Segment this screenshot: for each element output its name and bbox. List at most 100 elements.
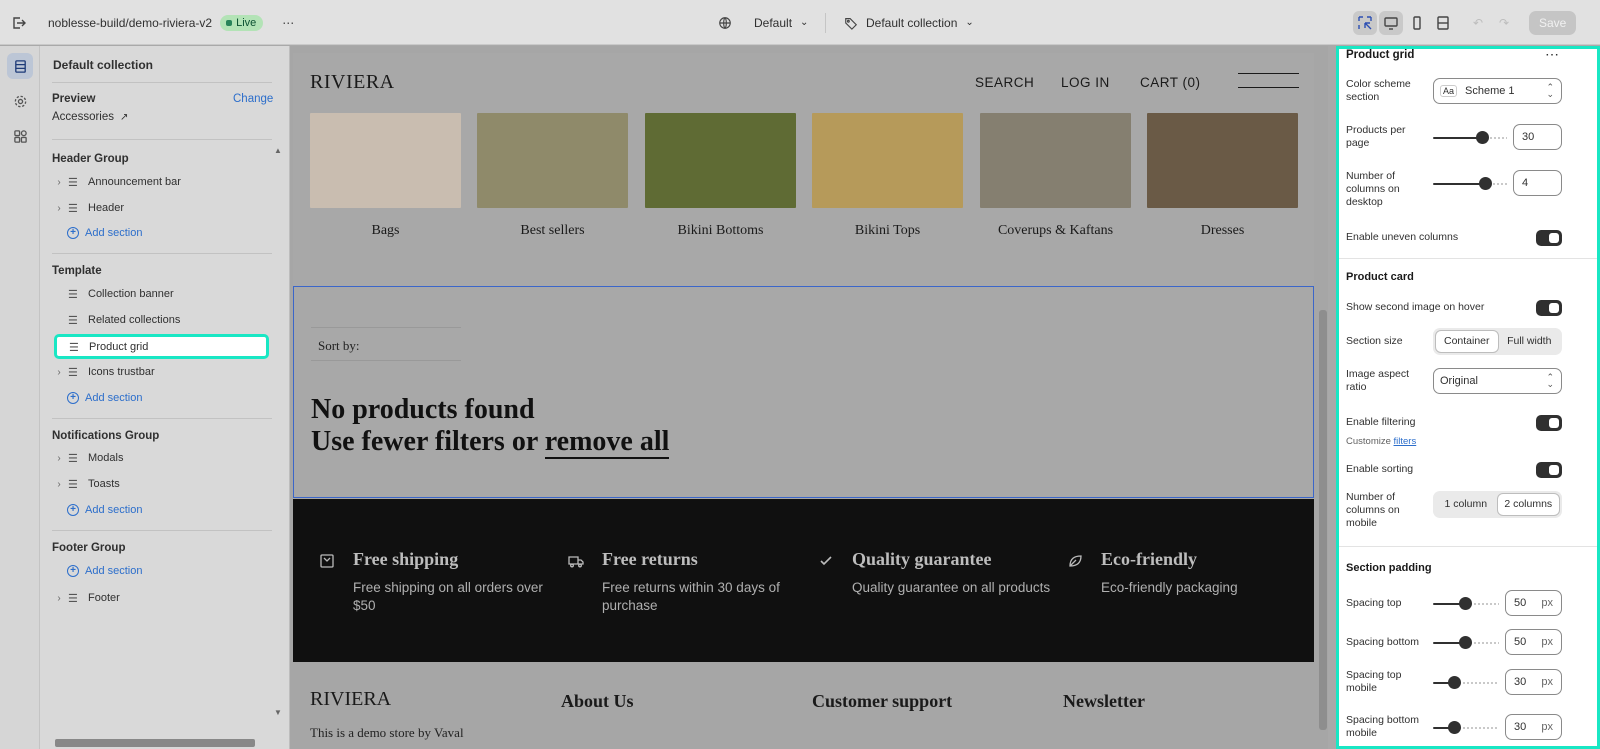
collection-card[interactable]: Dresses: [1147, 113, 1298, 239]
group-footer: Footer Group: [52, 542, 126, 554]
theme-select[interactable]: Default ⌄: [718, 16, 808, 30]
spacing-bottom-mobile-slider[interactable]: [1433, 721, 1499, 735]
store-logo[interactable]: RIVIERA: [310, 71, 395, 94]
redo-icon[interactable]: ↷: [1491, 10, 1517, 36]
remove-all-link[interactable]: remove all: [544, 426, 670, 459]
settings-panel: Product grid ⋯ Color scheme section Aa S…: [1336, 46, 1600, 749]
preview-change-link[interactable]: Change: [233, 93, 273, 105]
add-section-button[interactable]: + Add section: [67, 227, 142, 239]
section-collection-banner[interactable]: ☰ Collection banner: [52, 283, 270, 305]
collection-card[interactable]: Best sellers: [477, 113, 628, 239]
spacing-bottom-input[interactable]: 50 px: [1505, 629, 1562, 655]
save-button[interactable]: Save: [1529, 10, 1577, 35]
mobile-view-icon[interactable]: [1405, 11, 1429, 35]
chevron-down-icon: ⌄: [965, 17, 974, 28]
fullscreen-icon[interactable]: [1431, 11, 1455, 35]
section-size-control[interactable]: Container Full width: [1433, 328, 1562, 355]
padding-heading: Section padding: [1346, 562, 1432, 574]
columns-desktop-slider[interactable]: [1433, 177, 1507, 191]
nav-cart[interactable]: CART (0): [1140, 75, 1201, 90]
color-scheme-label: Color scheme section: [1346, 78, 1411, 103]
columns-mobile-1[interactable]: 1 column: [1435, 493, 1497, 516]
storefront-preview: RIVIERA SEARCH LOG IN CART (0) Bags Best…: [290, 46, 1328, 749]
section-size-full-width[interactable]: Full width: [1499, 330, 1561, 353]
products-per-page-input[interactable]: 30: [1513, 124, 1562, 150]
section-modals[interactable]: › ☰ Modals: [52, 447, 270, 469]
section-icons-trustbar[interactable]: › ☰ Icons trustbar: [52, 361, 270, 383]
image-ratio-label: Image aspect ratio: [1346, 368, 1410, 393]
add-section-button[interactable]: + Add section: [67, 392, 142, 404]
no-products-message: No products found Use fewer filters or r…: [311, 394, 670, 459]
section-footer[interactable]: › ☰ Footer: [52, 587, 270, 609]
collection-card[interactable]: Coverups & Kaftans: [980, 113, 1131, 239]
filtering-toggle[interactable]: [1536, 415, 1562, 431]
color-scheme-select[interactable]: Aa Scheme 1 ⌃ ⌄: [1433, 78, 1562, 104]
undo-icon[interactable]: ↶: [1465, 10, 1491, 36]
plus-icon: +: [67, 392, 79, 404]
spacing-bottom-slider[interactable]: [1433, 636, 1499, 650]
section-icon: ☰: [69, 341, 79, 354]
product-grid-section[interactable]: Sort by: No products found Use fewer fil…: [293, 286, 1314, 498]
group-notifications: Notifications Group: [52, 430, 160, 442]
nav-login[interactable]: LOG IN: [1061, 75, 1110, 90]
section-icon: ☰: [68, 203, 78, 215]
section-size-container[interactable]: Container: [1435, 330, 1499, 353]
spacing-top-slider[interactable]: [1433, 597, 1499, 611]
spacing-top-mobile-slider[interactable]: [1433, 676, 1499, 690]
spacing-bottom-mobile-input[interactable]: 30 px: [1505, 714, 1562, 740]
spacing-top-input[interactable]: 50 px: [1505, 590, 1562, 616]
collapse-icon[interactable]: ▲: [274, 146, 282, 155]
sections-icon[interactable]: [7, 53, 33, 79]
collection-image: [645, 113, 796, 208]
sorting-toggle[interactable]: [1536, 462, 1562, 478]
storefront-page: RIVIERA SEARCH LOG IN CART (0) Bags Best…: [293, 53, 1314, 749]
section-product-grid[interactable]: ☰ Product grid: [54, 334, 269, 359]
chevron-right-icon: ›: [57, 202, 61, 214]
more-options-icon[interactable]: ⋯: [1545, 49, 1559, 63]
section-icon: ☰: [68, 315, 78, 327]
second-image-toggle[interactable]: [1536, 300, 1562, 316]
collection-card[interactable]: Bikini Bottoms: [645, 113, 796, 239]
menu-icon[interactable]: [1238, 73, 1299, 88]
add-section-button[interactable]: + Add section: [67, 565, 142, 577]
inspector-icon[interactable]: [1353, 10, 1377, 35]
settings-gear-icon[interactable]: [7, 88, 33, 114]
section-header[interactable]: › ☰ Header: [52, 197, 270, 219]
columns-desktop-input[interactable]: 4: [1513, 170, 1562, 196]
add-section-button[interactable]: + Add section: [67, 504, 142, 516]
spacing-top-mobile-input[interactable]: 30 px: [1505, 669, 1562, 695]
collection-card[interactable]: Bikini Tops: [812, 113, 963, 239]
apps-icon[interactable]: [7, 123, 33, 149]
columns-mobile-2[interactable]: 2 columns: [1496, 493, 1560, 516]
footer-description: This is a demo store by Vaval: [310, 725, 464, 740]
settings-title: Product grid: [1346, 49, 1415, 61]
store-footer: RIVIERA About Us Customer support Newsle…: [293, 662, 1314, 749]
sort-by-select[interactable]: Sort by:: [311, 327, 461, 361]
external-link-icon: ↗: [120, 111, 129, 123]
nav-search[interactable]: SEARCH: [975, 75, 1034, 90]
truck-icon: [568, 556, 584, 568]
chevron-right-icon: ›: [57, 366, 61, 378]
section-announcement-bar[interactable]: › ☰ Announcement bar: [52, 171, 270, 193]
collection-card[interactable]: Bags: [310, 113, 461, 239]
section-icon: ☰: [68, 367, 78, 379]
image-ratio-select[interactable]: Original ⌃ ⌄: [1433, 368, 1562, 394]
preview-scrollbar[interactable]: [1318, 46, 1328, 749]
products-per-page-slider[interactable]: [1433, 131, 1507, 145]
products-per-page-label: Products per page: [1346, 124, 1406, 149]
scroll-down-icon[interactable]: ▼: [274, 708, 282, 717]
horizontal-scrollbar[interactable]: [45, 735, 285, 749]
check-icon: [820, 556, 832, 566]
filters-link[interactable]: filters: [1394, 436, 1417, 447]
section-toasts[interactable]: › ☰ Toasts: [52, 473, 270, 495]
template-select[interactable]: Default collection ⌄: [844, 16, 974, 30]
uneven-columns-toggle[interactable]: [1536, 230, 1562, 246]
desktop-view-icon[interactable]: [1379, 10, 1403, 35]
spacing-top-label: Spacing top: [1346, 597, 1402, 609]
columns-mobile-control[interactable]: 1 column 2 columns: [1433, 491, 1562, 518]
preview-resource[interactable]: Accessories ↗: [52, 111, 128, 123]
color-swatch-icon: Aa: [1440, 85, 1458, 97]
more-menu-icon[interactable]: ⋯: [275, 10, 301, 36]
exit-icon[interactable]: [6, 10, 32, 36]
section-related-collections[interactable]: ☰ Related collections: [52, 309, 270, 331]
